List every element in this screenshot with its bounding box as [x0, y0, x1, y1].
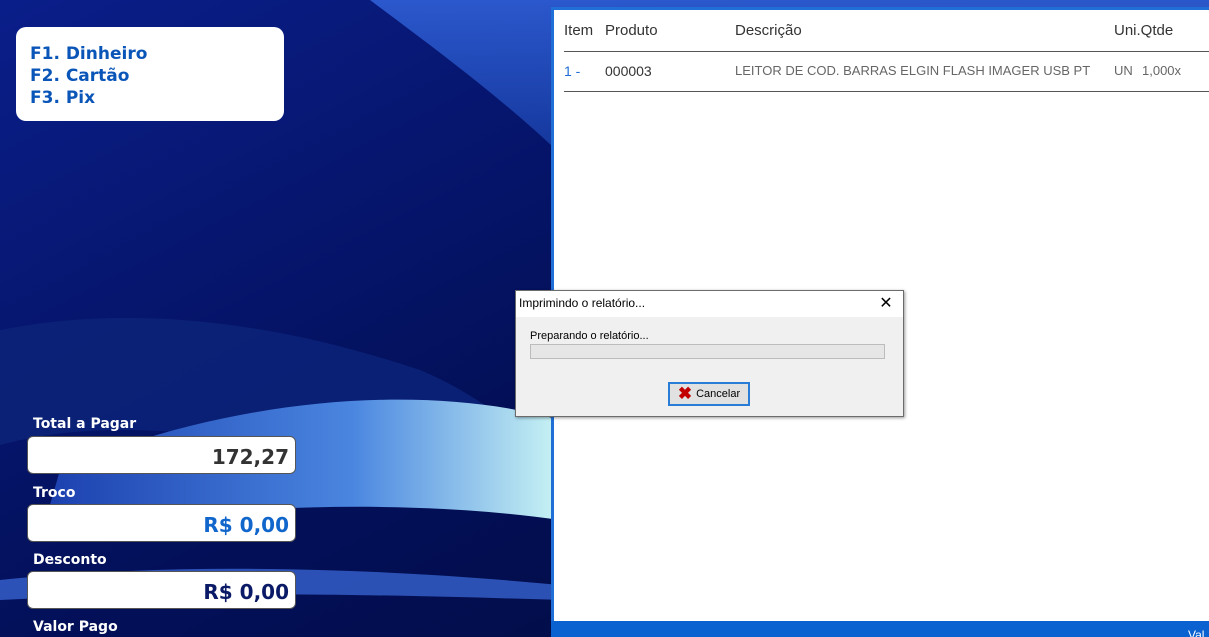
payment-shortcuts-panel: F1. Dinheiro F2. Cartão F3. Pix	[16, 27, 284, 121]
dialog-title: Imprimindo o relatório...	[519, 296, 646, 310]
desconto-label: Desconto	[33, 552, 107, 568]
shortcut-pix[interactable]: F3. Pix	[30, 87, 270, 109]
troco-label: Troco	[33, 485, 76, 501]
valor-pago-label: Valor Pago	[33, 619, 118, 635]
shortcut-dinheiro[interactable]: F1. Dinheiro	[30, 43, 270, 65]
cancel-button[interactable]: ✖ Cancelar	[668, 382, 750, 406]
desconto-value-field: R$ 0,00	[27, 571, 296, 609]
row-uni: UN	[1114, 63, 1133, 78]
footer-text: Val	[1188, 628, 1205, 637]
shortcut-cartao[interactable]: F2. Cartão	[30, 65, 270, 87]
row-item-number: 1 -	[564, 63, 581, 79]
column-item: Item	[564, 22, 594, 39]
row-produto: 000003	[605, 63, 652, 79]
item-list-header: Item Produto Descrição Uni.Qtde	[564, 10, 1209, 52]
cancel-x-icon: ✖	[677, 384, 693, 403]
troco-value-field: R$ 0,00	[27, 504, 296, 542]
progress-bar	[530, 344, 885, 359]
column-uni-qtde: Uni.Qtde	[1114, 22, 1174, 39]
column-produto: Produto	[605, 22, 658, 39]
close-icon[interactable]: ✕	[869, 291, 903, 317]
dialog-status-text: Preparando o relatório...	[530, 330, 649, 342]
total-label: Total a Pagar	[33, 416, 137, 432]
row-descricao: LEITOR DE COD. BARRAS ELGIN FLASH IMAGER…	[735, 63, 1091, 78]
print-report-dialog: Imprimindo o relatório... ✕ Preparando o…	[515, 290, 904, 417]
cancel-button-label: Cancelar	[696, 388, 741, 400]
table-row[interactable]: 1 - 000003 LEITOR DE COD. BARRAS ELGIN F…	[564, 51, 1209, 92]
row-qtde: 1,000x	[1142, 63, 1182, 78]
total-value-field: 172,27	[27, 436, 296, 474]
item-list-footer: Val	[551, 621, 1209, 637]
column-descricao: Descrição	[735, 22, 802, 39]
dialog-titlebar[interactable]: Imprimindo o relatório... ✕	[516, 291, 903, 317]
